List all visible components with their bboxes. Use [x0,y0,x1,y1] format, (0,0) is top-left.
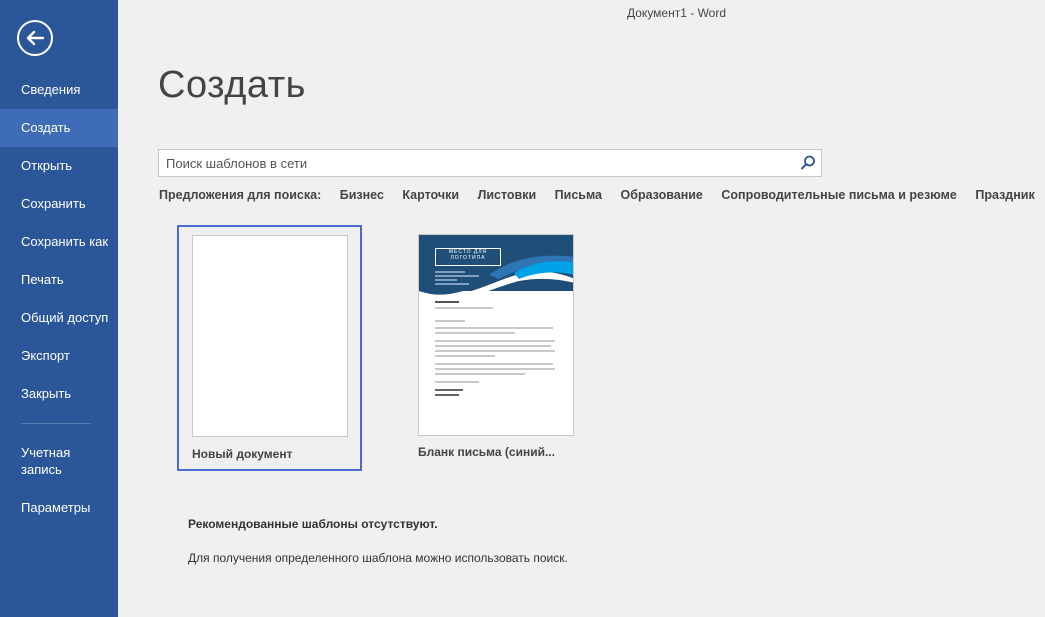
letterhead-thumbnail: МЕСТО ДЛЯ ЛОГОТИПА [418,234,574,436]
template-label: Новый документ [192,447,293,461]
suggestion-cards[interactable]: Карточки [402,188,459,202]
backstage-sidebar: Сведения Создать Открыть Сохранить Сохра… [0,0,118,617]
template-label: Бланк письма (синий... [418,445,555,459]
nav-item-print[interactable]: Печать [0,261,118,299]
template-letterhead-blue[interactable]: МЕСТО ДЛЯ ЛОГОТИПА Бланк письма (синий..… [418,234,575,464]
nav-item-share[interactable]: Общий доступ [0,299,118,337]
search-suggestions: Предложения для поиска: Бизнес Карточки … [159,188,1045,202]
nav-item-account[interactable]: Учетная запись [0,436,100,484]
page-title: Создать [158,64,306,106]
template-blank-document[interactable]: Новый документ [177,225,362,471]
suggestion-business[interactable]: Бизнес [340,188,384,202]
nav-item-options[interactable]: Параметры [0,489,118,527]
template-search-input[interactable] [159,150,789,176]
back-button[interactable] [17,20,53,56]
search-button[interactable] [799,154,817,172]
suggestions-label: Предложения для поиска: [159,188,322,202]
suggestion-cover-letters-resumes[interactable]: Сопроводительные письма и резюме [721,188,957,202]
window-title: Документ1 - Word [627,6,727,20]
nav-item-close[interactable]: Закрыть [0,375,118,413]
logo-placeholder: МЕСТО ДЛЯ ЛОГОТИПА [435,248,501,266]
search-icon [801,155,815,170]
no-featured-templates-title: Рекомендованные шаблоны отсутствуют. [188,517,438,531]
nav-item-info[interactable]: Сведения [0,71,118,109]
blank-document-thumbnail [192,235,348,437]
nav-item-save-as[interactable]: Сохранить как [0,223,118,261]
nav-item-export[interactable]: Экспорт [0,337,118,375]
suggestion-letters[interactable]: Письма [555,188,602,202]
letterhead-header-graphic [419,235,573,301]
nav-divider [21,423,91,424]
no-featured-templates-hint: Для получения определенного шаблона можн… [188,551,568,565]
suggestion-flyers[interactable]: Листовки [478,188,537,202]
nav-item-new[interactable]: Создать [0,109,118,147]
back-arrow-icon [26,30,45,46]
nav-item-open[interactable]: Открыть [0,147,118,185]
template-search-box [158,149,822,177]
suggestion-education[interactable]: Образование [621,188,703,202]
suggestion-holiday[interactable]: Праздник [975,188,1034,202]
nav-item-save[interactable]: Сохранить [0,185,118,223]
